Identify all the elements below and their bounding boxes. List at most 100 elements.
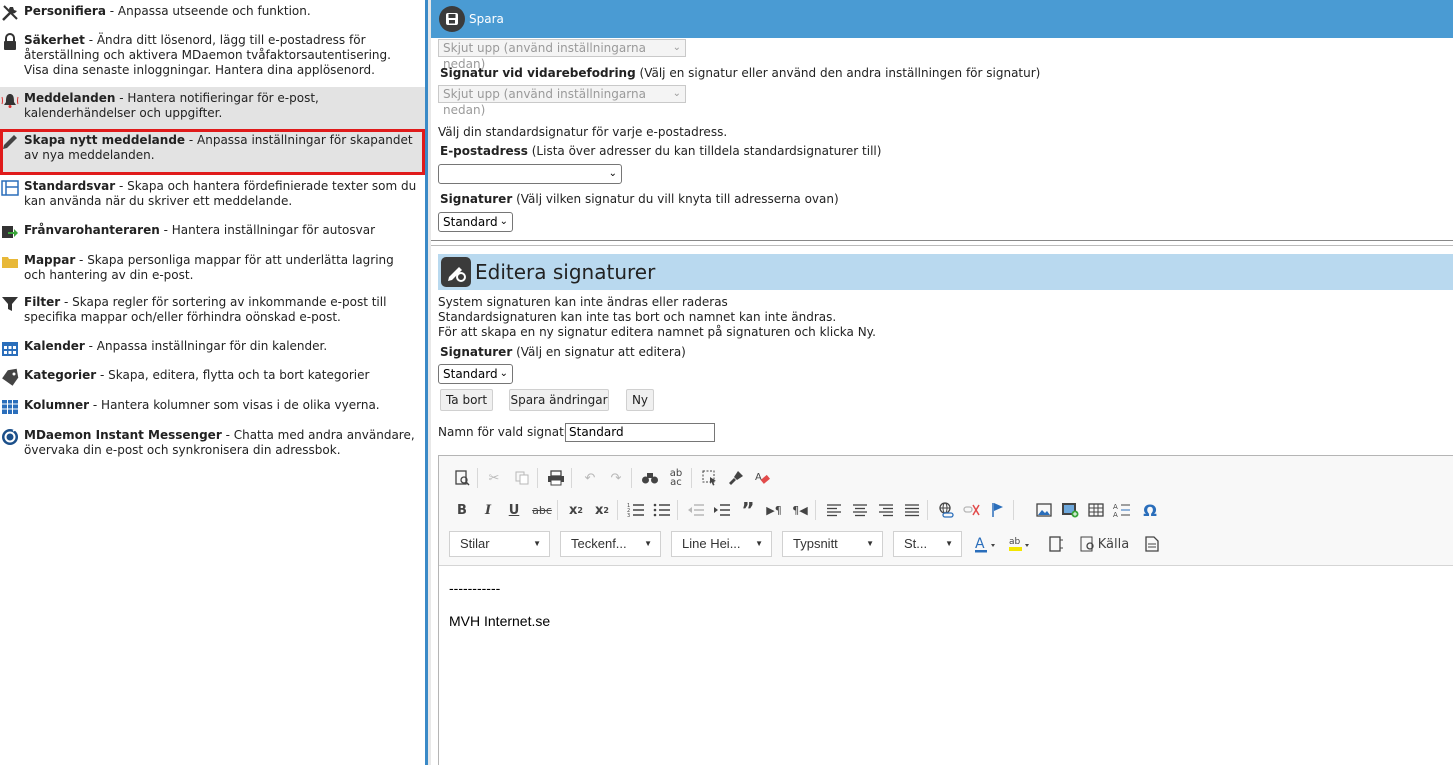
text-color-icon[interactable]: A [971, 534, 1001, 554]
numbered-list-icon[interactable]: 123 [625, 500, 647, 520]
new-signature-button[interactable]: Ny [626, 389, 654, 411]
rtl-icon[interactable]: ¶◀ [789, 500, 811, 520]
size-dropdown-label: St... [904, 536, 928, 551]
menu-item-desc: - Anpassa utseende och funktion. [105, 4, 311, 18]
edit-signatures-header: Editera signaturer [438, 254, 1453, 290]
select-all-icon[interactable] [699, 468, 721, 488]
superscript-icon[interactable]: x2 [591, 500, 613, 520]
line-height-dropdown[interactable]: Line Hei... ▼ [671, 531, 772, 557]
default-signature-select[interactable]: Standard ⌄ [438, 212, 513, 232]
styles-dropdown-label: Stilar [460, 536, 490, 551]
size-dropdown[interactable]: St... ▼ [893, 531, 962, 557]
toolbar-separator [1013, 500, 1014, 520]
email-address-select[interactable]: ⌄ [438, 164, 622, 184]
content-line: ----------- [449, 580, 501, 596]
menu-item-mdaemon-instant-messenger[interactable]: MDaemon Instant Messenger - Chatta med a… [0, 424, 425, 464]
subscript-icon[interactable]: x2 [565, 500, 587, 520]
maximize-icon[interactable] [1045, 534, 1067, 554]
edit-signatures-label: Signaturer [440, 345, 513, 359]
menu-item-kolumner[interactable]: Kolumner - Hantera kolumner som visas i … [0, 394, 425, 424]
forward-signature-select-value: Skjut upp (använd inställningarna nedan) [443, 87, 646, 117]
insert-image-icon[interactable] [1059, 500, 1081, 520]
strikethrough-icon[interactable]: abc [531, 500, 553, 520]
menu-item-title: Standardsvar [24, 179, 116, 193]
edit-settings-icon [441, 257, 471, 287]
menu-item-standardsvar[interactable]: Standardsvar - Skapa och hantera fördefi… [0, 175, 425, 219]
signature-name-label: Namn för vald signatur [438, 425, 577, 439]
menu-item-title: MDaemon Instant Messenger [24, 428, 222, 442]
menu-item-title: Säkerhet [24, 33, 85, 47]
bullet-list-icon[interactable] [651, 500, 673, 520]
tools-icon [1, 4, 19, 22]
settings-menu: Personifiera - Anpassa utseende och funk… [0, 0, 425, 765]
menu-item-kalender[interactable]: Kalender - Anpassa inställningar för din… [0, 335, 425, 364]
toolbar-separator [477, 468, 478, 488]
save-button[interactable]: Spara [439, 5, 504, 33]
font-dropdown[interactable]: Teckenf... ▼ [560, 531, 661, 557]
anchor-flag-icon[interactable] [987, 500, 1009, 520]
ltr-icon[interactable]: ▶¶ [763, 500, 785, 520]
link-icon[interactable] [935, 500, 957, 520]
italic-icon[interactable]: I [477, 500, 499, 520]
table-icon[interactable] [1085, 500, 1107, 520]
align-justify-icon[interactable] [901, 500, 923, 520]
align-right-icon[interactable] [875, 500, 897, 520]
undo-icon[interactable]: ↶ [579, 468, 601, 488]
menu-item-filter[interactable]: Filter - Skapa regler för sortering av i… [0, 291, 425, 335]
find-icon[interactable] [639, 468, 661, 488]
styles-dropdown[interactable]: Stilar ▼ [449, 531, 550, 557]
menu-item-säkerhet[interactable]: Säkerhet - Ändra ditt lösenord, lägg til… [0, 29, 425, 87]
typeface-dropdown[interactable]: Typsnitt ▼ [782, 531, 883, 557]
blockquote-icon[interactable]: ” [737, 498, 759, 522]
menu-item-meddelanden[interactable]: Meddelanden - Hantera notifieringar för … [0, 87, 425, 129]
copy-icon[interactable] [511, 468, 533, 488]
document-icon[interactable] [1141, 534, 1163, 554]
delete-button[interactable]: Ta bort [440, 389, 493, 411]
highlight-color-icon[interactable]: ab [1005, 534, 1035, 554]
cut-icon[interactable]: ✂ [483, 468, 505, 488]
caret-down-icon: ▼ [866, 539, 874, 548]
chevron-down-icon: ⌄ [672, 88, 681, 99]
source-button[interactable]: Källa [1075, 534, 1133, 554]
remove-format-icon[interactable]: A [751, 468, 773, 488]
image-icon[interactable] [1033, 500, 1055, 520]
format-painter-icon[interactable] [725, 468, 747, 488]
menu-item-title: Kategorier [24, 368, 97, 382]
align-center-icon[interactable] [849, 500, 871, 520]
default-signatures-label-row: Signaturer (Välj vilken signatur du vill… [440, 192, 839, 206]
editor-content[interactable]: ----------- MVH Internet.se [449, 580, 550, 629]
typeface-dropdown-label: Typsnitt [793, 536, 838, 551]
messenger-icon [1, 428, 19, 446]
forward-signature-label: Signatur vid vidarebefodring [440, 66, 636, 80]
print-icon[interactable] [545, 468, 567, 488]
menu-item-title: Skapa nytt meddelande [24, 133, 186, 147]
indent-icon[interactable] [711, 500, 733, 520]
signature-name-input[interactable]: Standard [565, 423, 715, 442]
bold-icon[interactable]: B [451, 500, 473, 520]
template-icon [1, 179, 19, 197]
align-left-icon[interactable] [823, 500, 845, 520]
save-changes-button[interactable]: Spara ändringar [509, 389, 609, 411]
menu-item-skapa-nytt-meddelande[interactable]: Skapa nytt meddelande - Anpassa inställn… [0, 129, 425, 175]
toolbar-separator [815, 500, 816, 520]
menu-item-mappar[interactable]: Mappar - Skapa personliga mappar för att… [0, 249, 425, 291]
line-height-icon[interactable]: AA [1111, 500, 1133, 520]
chevron-down-icon: ⌄ [499, 216, 508, 227]
outdent-icon[interactable] [685, 500, 707, 520]
omega-special-char-icon[interactable]: Ω [1139, 500, 1161, 520]
menu-item-frånvarohanteraren[interactable]: Frånvarohanteraren - Hantera inställning… [0, 219, 425, 249]
spellcheck-icon[interactable]: ab ac [665, 468, 687, 488]
menu-item-kategorier[interactable]: Kategorier - Skapa, editera, flytta och … [0, 364, 425, 394]
settings-content: Spara Skjut upp (använd inställningarna … [431, 0, 1453, 765]
autoreply-icon [1, 223, 19, 241]
default-signature-intro: Välj din standardsignatur för varje e-po… [438, 125, 728, 139]
menu-item-desc: - Hantera inställningar för autosvar [159, 223, 376, 237]
redo-icon[interactable]: ↷ [605, 468, 627, 488]
underline-icon[interactable]: U [503, 500, 525, 520]
menu-item-personifiera[interactable]: Personifiera - Anpassa utseende och funk… [0, 0, 425, 29]
section-divider [431, 240, 1453, 241]
toolbar-separator [927, 500, 928, 520]
edit-signature-select[interactable]: Standard ⌄ [438, 364, 513, 384]
preview-icon[interactable] [451, 468, 473, 488]
unlink-icon[interactable] [961, 500, 983, 520]
